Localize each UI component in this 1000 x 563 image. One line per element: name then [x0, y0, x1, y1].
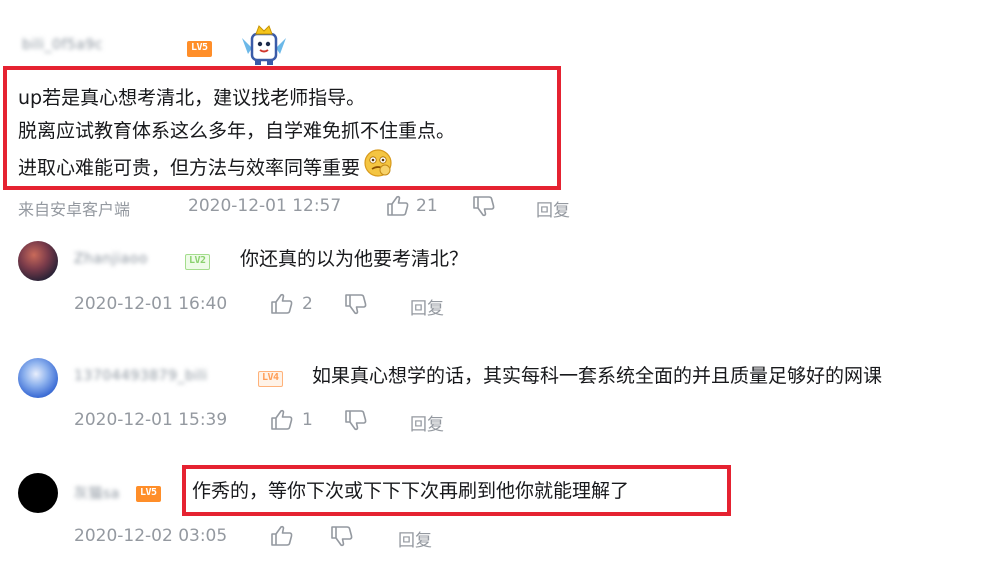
thumbs-down-icon[interactable] — [330, 525, 354, 547]
thumbs-up-icon[interactable] — [270, 409, 294, 431]
like-count: 1 — [302, 410, 313, 430]
level-badge: LV5 — [187, 41, 212, 57]
client-source: 来自安卓客户端 — [18, 200, 131, 219]
reply-username[interactable]: 灰猫sa — [74, 483, 120, 503]
reply-button[interactable]: 回复 — [536, 196, 570, 221]
like-count: 2 — [302, 294, 313, 314]
level-badge: LV2 — [185, 254, 210, 270]
comment-time: 2020-12-01 15:39 — [74, 410, 228, 430]
comment-time: 2020-12-02 03:05 — [74, 526, 228, 546]
reply-button[interactable]: 回复 — [398, 526, 432, 551]
emoji-icon — [363, 148, 393, 189]
avatar[interactable] — [18, 473, 58, 513]
comment-line: 进取心难能可贵，但方法与效率同等重要 — [18, 148, 455, 189]
reply-button[interactable]: 回复 — [410, 410, 444, 435]
thumbs-down-icon[interactable] — [344, 409, 368, 431]
reply-username[interactable]: 13704493879_bili — [74, 368, 208, 384]
comment-line-text: 进取心难能可贵，但方法与效率同等重要 — [18, 157, 361, 179]
level-badge: LV4 — [258, 371, 283, 387]
avatar[interactable] — [18, 241, 58, 281]
main-username[interactable]: bili_0f5a9c — [22, 37, 103, 53]
thumbs-up-icon[interactable] — [386, 195, 410, 217]
mascot-sticker — [238, 22, 290, 66]
comment-time: 2020-12-01 16:40 — [74, 294, 228, 314]
reply-username[interactable]: Zhanjiaoo — [74, 251, 148, 267]
thumbs-down-icon[interactable] — [472, 195, 496, 217]
avatar[interactable] — [18, 358, 58, 398]
main-comment-text: up若是真心想考清北，建议找老师指导。 脱离应试教育体系这么多年，自学难免抓不住… — [18, 82, 455, 189]
reply-text: 如果真心想学的话，其实每科一套系统全面的并且质量足够好的网课 — [312, 365, 883, 387]
reply-text: 作秀的，等你下次或下下下次再刷到他你就能理解了 — [192, 480, 630, 502]
level-badge: LV5 — [136, 486, 161, 502]
thumbs-up-icon[interactable] — [270, 293, 294, 315]
thumbs-down-icon[interactable] — [344, 293, 368, 315]
like-count: 21 — [416, 196, 438, 216]
comment-line: up若是真心想考清北，建议找老师指导。 — [18, 87, 366, 109]
thumbs-up-icon[interactable] — [270, 525, 294, 547]
comment-time: 2020-12-01 12:57 — [188, 196, 342, 216]
comment-line: 脱离应试教育体系这么多年，自学难免抓不住重点。 — [18, 120, 456, 142]
reply-text: 你还真的以为他要考清北？ — [240, 248, 469, 270]
reply-button[interactable]: 回复 — [410, 294, 444, 319]
